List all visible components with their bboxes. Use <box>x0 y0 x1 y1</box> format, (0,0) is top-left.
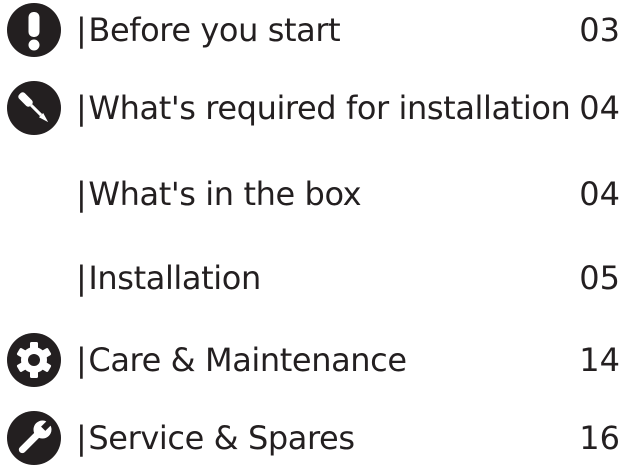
toc-entry-label: |Before you start <box>76 0 341 60</box>
toc-page-number: 16 <box>579 419 620 457</box>
separator: | <box>76 419 87 457</box>
separator: | <box>76 89 87 127</box>
toc-entry-label: |What's required for installation <box>76 78 571 138</box>
toc-entry-label: |What's in the box <box>76 164 362 224</box>
separator: | <box>76 341 87 379</box>
toc-page-number: 04 <box>579 89 620 127</box>
toc-entry-title: Before you start <box>88 11 341 49</box>
toc-page-number: 14 <box>579 341 620 379</box>
toc-row-installation[interactable]: |Installation 05 <box>0 248 624 308</box>
toc-entry-label: |Care & Maintenance <box>76 330 407 390</box>
toc-row-whats-in-the-box[interactable]: |What's in the box 04 <box>0 164 624 224</box>
wrench-icon <box>6 410 62 466</box>
screwdriver-icon <box>6 80 62 136</box>
toc-page-number: 03 <box>579 11 620 49</box>
toc-row-before-you-start[interactable]: |Before you start 03 <box>0 0 624 60</box>
toc-entry-title: Installation <box>88 259 261 297</box>
table-of-contents: |Before you start 03 |What's required fo… <box>0 0 624 468</box>
toc-entry-label: |Installation <box>76 248 261 308</box>
toc-row-service-spares[interactable]: |Service & Spares 16 <box>0 408 624 468</box>
toc-entry-label: |Service & Spares <box>76 408 355 468</box>
exclamation-icon <box>6 2 62 58</box>
toc-entry-title: Service & Spares <box>88 419 355 457</box>
toc-entry-title: What's in the box <box>88 175 362 213</box>
toc-page-number: 04 <box>579 175 620 213</box>
toc-entry-title: What's required for installation <box>88 89 571 127</box>
toc-row-care-maintenance[interactable]: |Care & Maintenance 14 <box>0 330 624 390</box>
toc-entry-title: Care & Maintenance <box>88 341 407 379</box>
separator: | <box>76 175 87 213</box>
toc-row-whats-required[interactable]: |What's required for installation 04 <box>0 78 624 138</box>
gear-icon <box>6 332 62 388</box>
separator: | <box>76 259 87 297</box>
separator: | <box>76 11 87 49</box>
toc-page-number: 05 <box>579 259 620 297</box>
